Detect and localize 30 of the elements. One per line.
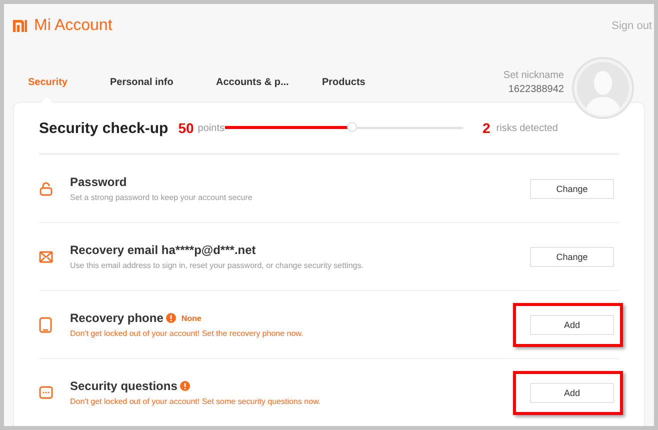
item-description: Don't get locked out of your account! Set the recovery phone now.	[70, 329, 304, 338]
status-label: None	[181, 314, 202, 322]
item-description: Don't get locked out of your account! Set some security questions now.	[70, 397, 322, 406]
item-title: Recovery phone	[70, 311, 164, 325]
nav-tab[interactable]: Personal info	[110, 77, 216, 102]
score-value: 50	[178, 120, 194, 136]
action-button[interactable]: Add	[530, 314, 614, 334]
item-title: Recovery email ha****p@d***.net	[70, 243, 256, 257]
warning-icon	[166, 313, 176, 323]
item-title: Security questions	[70, 379, 178, 393]
checkup-title: Security check-up	[39, 120, 168, 136]
nav-tab[interactable]: Accounts & p...	[216, 77, 322, 102]
nav-tab[interactable]: Products	[322, 77, 428, 102]
user-id: 1622388942	[508, 84, 564, 95]
risk-count: 2	[482, 120, 490, 136]
item-description: Use this email address to sign in, reset your password, or change security settings.	[70, 261, 364, 270]
warning-icon	[180, 381, 190, 391]
score-unit: points	[198, 122, 224, 134]
chat-icon	[39, 386, 53, 399]
logo-icon	[13, 20, 27, 32]
tablet-icon	[39, 316, 52, 332]
action-button[interactable]: Change	[530, 246, 614, 266]
logo-text: Mi Account	[34, 17, 112, 35]
action-button[interactable]: Add	[530, 382, 614, 402]
action-button[interactable]: Change	[530, 178, 614, 198]
item-title: Password	[70, 175, 127, 189]
item-description: Set a strong password to keep your account secure	[70, 193, 254, 202]
risk-label: risks detected	[496, 122, 558, 134]
mail-icon	[39, 250, 53, 262]
lock-icon	[39, 182, 53, 196]
